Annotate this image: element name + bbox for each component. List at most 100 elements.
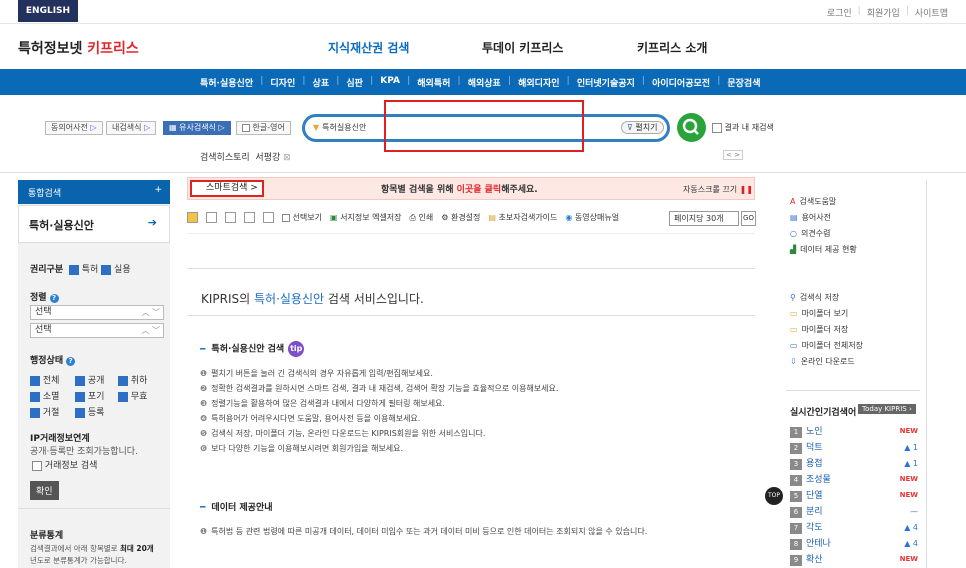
close-icon[interactable]: ⊠ [283, 153, 291, 163]
arrow-right-icon: ➔ [147, 216, 157, 229]
online-download-link[interactable]: ⇩ 온라인 다운로드 [790, 356, 855, 367]
login-link[interactable]: 로그인 [827, 6, 852, 19]
checkbox-patent[interactable] [68, 264, 79, 275]
image-icon[interactable] [244, 212, 255, 223]
status-public[interactable]: 공개 [75, 373, 104, 386]
sitemap-link[interactable]: 사이트맵 [915, 6, 948, 19]
rank-item[interactable]: 1 노인 NEW [790, 424, 918, 438]
synonym-dict-button[interactable]: 동의어사전 ▷ [45, 121, 103, 135]
status-extinct[interactable]: 소멸 [30, 389, 59, 402]
status-all[interactable]: 전체 [30, 373, 59, 386]
view-icon[interactable] [187, 212, 198, 223]
settings[interactable]: ⚙ 환경설정 [441, 212, 480, 223]
subnav-foreign-design[interactable]: 해외디자인 [513, 76, 564, 89]
history-term[interactable]: 서평강 [255, 153, 280, 163]
rank-item[interactable]: 3 용접 ▲ 1 [790, 456, 918, 470]
subnav-patent[interactable]: 특허·실용신안 [195, 76, 258, 89]
rank-item[interactable]: 8 안테나 ▲ 4 [790, 536, 918, 550]
guide-bullet: ❹ 특허용어가 어려우시다면 도움말, 용어사전 등을 이용해보세요. [200, 414, 421, 423]
scroll-top-button[interactable]: TOP [765, 487, 783, 505]
data-notice-title: ━ 데이터 제공안내 [200, 503, 273, 513]
smart-search-button[interactable]: 스마트검색 > [190, 180, 264, 197]
search-button[interactable] [677, 113, 706, 142]
service-title: KIPRIS의 특허·실용신안 검색 서비스입니다. [201, 292, 424, 306]
highlight-box [384, 100, 584, 152]
subnav-kpa[interactable]: KPA [375, 76, 405, 89]
checkbox[interactable] [712, 122, 722, 133]
subnav-tech-disclosure[interactable]: 인터넷기술공지 [572, 76, 640, 89]
rights-filter: 권리구분 특허 실용 [30, 264, 131, 275]
trade-info-checkbox[interactable]: 거래정보 검색 [32, 458, 97, 471]
subnav-foreign-trademark[interactable]: 해외상표 [463, 76, 506, 89]
hangul-english-button[interactable]: 한글-영어 [236, 121, 291, 135]
help-icon[interactable]: ? [66, 357, 76, 366]
divider [187, 315, 755, 316]
rank-item[interactable]: 6 분리 — [790, 504, 918, 518]
sort-select-1[interactable]: 선택 ︿ ﹀ [30, 305, 164, 320]
list-icon[interactable] [206, 212, 217, 223]
select-view[interactable]: 선택보기 [282, 212, 322, 223]
excel-save[interactable]: ▣ 서지정보 엑셀저장 [330, 212, 402, 223]
integrated-search-header[interactable]: 통합검색 + [18, 180, 170, 204]
english-button[interactable]: ENGLISH [18, 0, 78, 22]
help-icon[interactable]: ? [49, 294, 59, 303]
confirm-button[interactable]: 확인 [30, 481, 59, 500]
divider [18, 508, 170, 509]
video-manual[interactable]: ◉ 동영상매뉴얼 [565, 212, 619, 223]
rank-item[interactable]: 2 덕트 ▲ 1 [790, 440, 918, 454]
status-abandoned[interactable]: 포기 [75, 389, 104, 402]
data-notice-bullet: ❶ 특허법 등 관련 법령에 따른 미공개 데이터, 데이터 미입수 또는 과거 … [200, 527, 648, 536]
today-kipris-button[interactable]: Today KIPRIS › [858, 404, 916, 414]
gear-icon: ⚙ [441, 213, 449, 222]
save-all-folder-link[interactable]: ▭ 마이폴더 전체저장 [790, 340, 863, 351]
view-folder-link[interactable]: ▭ 마이폴더 보기 [790, 308, 848, 319]
similar-search-button[interactable]: ▦ 유사검색식 ▷ [163, 121, 231, 135]
detail-icon[interactable] [225, 212, 236, 223]
logo[interactable]: 특허정보넷 키프리스 [18, 38, 139, 58]
tip-icon[interactable]: tip [288, 341, 305, 357]
signup-link[interactable]: 회원가입 [867, 6, 900, 19]
feedback-link[interactable]: ○ 의견수렴 [790, 228, 830, 239]
beginner-guide[interactable]: ▤ 초보자검색가이드 [488, 212, 557, 223]
search-within-results[interactable]: 결과 내 재검색 [712, 122, 774, 133]
autoscroll-toggle[interactable]: 자동스크롤 끄기 ❚❚ [683, 184, 753, 195]
rank-item[interactable]: 4 조성물 NEW [790, 472, 918, 486]
subnav-trademark[interactable]: 상표 [308, 76, 335, 89]
status-invalid[interactable]: 무효 [118, 389, 147, 402]
expand-button[interactable]: ⊽ 펼치기 [621, 121, 664, 134]
search-category-select[interactable]: ▼ 특허실용신안 [313, 122, 366, 133]
sort-select-2[interactable]: 선택 ︿ ﹀ [30, 323, 164, 338]
per-page-select[interactable]: 페이지당 30개 [669, 211, 739, 226]
rank-item[interactable]: 5 단열 NEW [790, 488, 918, 502]
status-registered[interactable]: 등록 [75, 405, 104, 418]
top-bar [0, 0, 966, 24]
book-icon: ▤ [488, 213, 496, 222]
print[interactable]: ⎙ 인쇄 [410, 212, 434, 223]
data-status-link[interactable]: ▟ 데이터 제공 현황 [790, 244, 857, 255]
checkbox[interactable] [242, 123, 250, 132]
save-folder-link[interactable]: ▭ 마이폴더 저장 [790, 324, 848, 335]
nav-ip-search[interactable]: 지식재산권 검색 [328, 39, 409, 56]
category-selector[interactable]: 특허·실용신안 ➔ [18, 205, 170, 243]
rank-item[interactable]: 9 확산 NEW [790, 552, 918, 566]
folder-icon: ▭ [790, 341, 798, 350]
subnav-idea-contest[interactable]: 아이디어공모전 [647, 76, 715, 89]
status-withdrawn[interactable]: 취하 [118, 373, 147, 386]
grid-icon[interactable] [263, 212, 274, 223]
my-search-button[interactable]: 내검색식 ▷ [106, 121, 157, 135]
save-query-link[interactable]: ⚲ 검색식 저장 [790, 292, 839, 303]
subnav-foreign-patent[interactable]: 해외특허 [412, 76, 455, 89]
history-nav[interactable]: < > [723, 150, 743, 160]
go-button[interactable]: GO [741, 211, 756, 226]
nav-today-kipris[interactable]: 투데이 키프리스 [482, 39, 563, 56]
nav-about-kipris[interactable]: 키프리스 소개 [637, 39, 707, 56]
subnav-trial[interactable]: 심판 [341, 76, 368, 89]
help-link[interactable]: A 검색도움말 [790, 196, 836, 207]
checkbox-utility[interactable] [101, 264, 112, 275]
status-rejected[interactable]: 거절 [30, 405, 59, 418]
rank-item[interactable]: 7 각도 ▲ 4 [790, 520, 918, 534]
subnav-design[interactable]: 디자인 [265, 76, 300, 89]
subnav-sentence-search[interactable]: 문장검색 [722, 76, 765, 89]
glossary-link[interactable]: ▤ 용어사전 [790, 212, 831, 223]
banner-message[interactable]: 항목별 검색을 위해 이곳을 클릭해주세요. [381, 182, 538, 195]
